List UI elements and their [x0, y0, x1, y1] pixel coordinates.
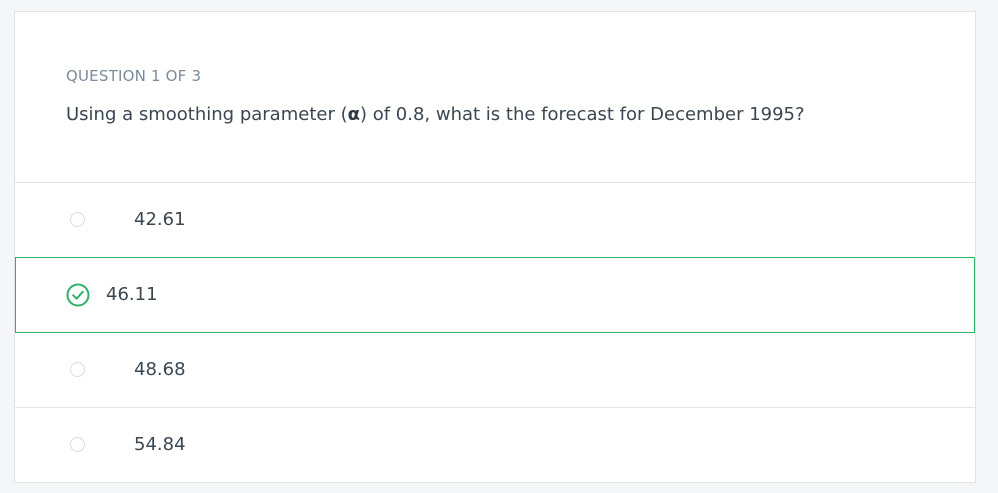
radio-button[interactable] [70, 362, 85, 377]
question-header: QUESTION 1 OF 3 Using a smoothing parame… [15, 12, 975, 183]
question-counter: QUESTION 1 OF 3 [66, 67, 202, 85]
radio-button[interactable] [70, 212, 85, 227]
question-text: Using a smoothing parameter (α) of 0.8, … [66, 103, 924, 127]
alpha-symbol: α [347, 104, 360, 125]
answer-option-4[interactable]: 54.84 [15, 408, 975, 482]
answer-option-3[interactable]: 48.68 [15, 333, 975, 408]
quiz-card: QUESTION 1 OF 3 Using a smoothing parame… [14, 11, 976, 483]
answer-option-1[interactable]: 42.61 [15, 183, 975, 258]
answer-label: 48.68 [134, 359, 186, 380]
check-circle-icon [66, 283, 90, 307]
question-text-start: Using a smoothing parameter ( [66, 104, 348, 125]
answer-option-2[interactable]: 46.11 [15, 257, 975, 333]
answer-label: 46.11 [106, 284, 158, 305]
question-text-end: ) of 0.8, what is the forecast for Decem… [359, 104, 805, 125]
answer-label: 42.61 [134, 209, 186, 230]
answer-list: 42.61 46.11 48.68 54.84 [15, 183, 975, 482]
radio-button[interactable] [70, 437, 85, 452]
answer-label: 54.84 [134, 434, 186, 455]
